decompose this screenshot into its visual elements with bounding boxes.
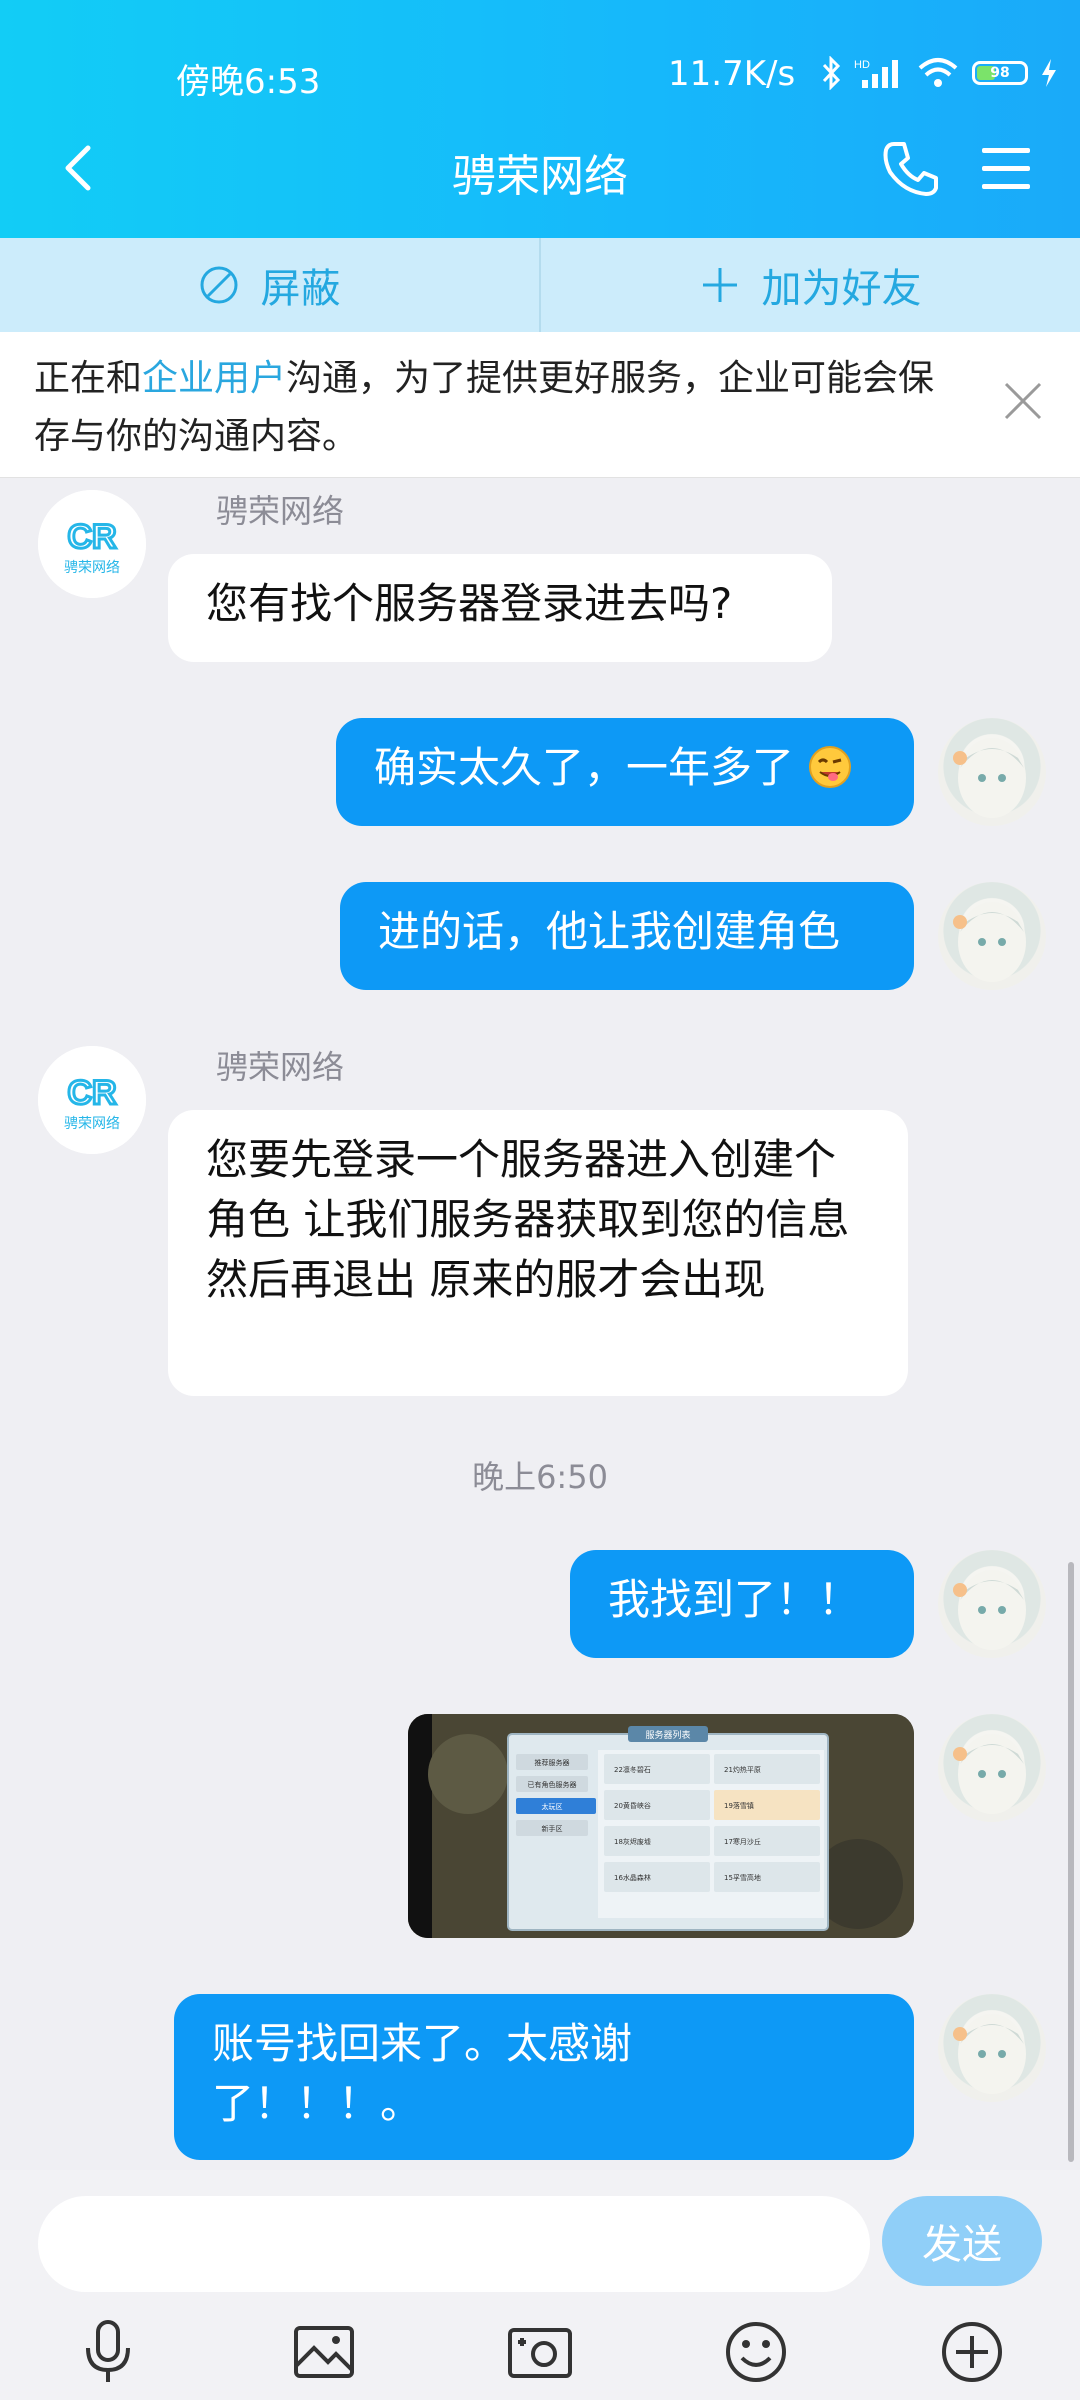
company-logo-icon: CR 骋荣网络 <box>38 1046 146 1154</box>
image-server: 18灰烬废墟 <box>614 1837 651 1846</box>
enterprise-user-link[interactable]: 企业用户 <box>142 358 286 399</box>
menu-icon[interactable] <box>978 140 1034 196</box>
camera-icon[interactable] <box>504 2316 576 2388</box>
emoji-tongue-icon <box>809 746 852 788</box>
block-label: 屏蔽 <box>260 266 341 312</box>
message-bubble-outgoing[interactable]: 我找到了！！ <box>570 1550 914 1658</box>
phone-icon[interactable] <box>878 136 944 202</box>
bluetooth-icon <box>822 56 841 90</box>
anime-avatar-icon <box>953 1734 1026 1814</box>
anime-avatar-icon <box>953 1570 1026 1650</box>
battery-level: 98 <box>990 65 1010 81</box>
game-screenshot-image: 服务器列表 推荐服务器 已有角色服务器 太玩区 新手区 22凛冬碧石 21灼热平… <box>408 1714 914 1938</box>
action-bar: 屏蔽 加为好友 <box>0 238 1080 332</box>
avatar-me[interactable] <box>938 882 1046 990</box>
image-server: 15孚雪高地 <box>724 1873 761 1882</box>
image-server: 19落雪镇 <box>724 1801 754 1810</box>
image-tab: 太玩区 <box>542 1802 563 1811</box>
sender-name: 骋荣网络 <box>216 1048 345 1086</box>
input-bar: 发送 <box>0 2170 1080 2400</box>
enterprise-notice: 正在和企业用户沟通，为了提供更好服务，企业可能会保存与你的沟通内容。 <box>0 332 1080 478</box>
message-text: 确实太久了，一年多了 <box>374 743 795 792</box>
plus-icon <box>702 268 737 302</box>
image-server: 20黄昏峡谷 <box>614 1801 651 1810</box>
avatar-me[interactable] <box>938 1994 1046 2102</box>
image-tab: 新手区 <box>542 1824 563 1833</box>
image-server: 17寒月沙丘 <box>724 1837 761 1846</box>
plus-circle-icon[interactable] <box>936 2316 1008 2388</box>
network-speed: 11.7K/s <box>668 54 796 94</box>
message-timestamp: 晚上6:50 <box>472 1458 608 1496</box>
image-title: 服务器列表 <box>645 1729 690 1741</box>
image-server: 22凛冬碧石 <box>614 1765 651 1774</box>
anime-avatar-icon <box>953 2014 1026 2094</box>
message-bubble-outgoing[interactable]: 进的话，他让我创建角色 <box>340 882 914 990</box>
image-message[interactable]: 服务器列表 推荐服务器 已有角色服务器 太玩区 新手区 22凛冬碧石 21灼热平… <box>408 1714 914 1938</box>
status-bar: 傍晚6:53 11.7K/s HD 98 <box>0 48 1080 102</box>
emoji-icon[interactable] <box>720 2316 792 2388</box>
avatar-me[interactable] <box>938 1550 1046 1658</box>
signal-icon: HD <box>854 59 898 88</box>
status-icons: HD 98 <box>820 56 1058 90</box>
battery-icon: 98 <box>972 61 1028 85</box>
image-server: 21灼热平原 <box>724 1765 761 1774</box>
avatar-company[interactable]: CR 骋荣网络 <box>38 490 146 598</box>
anime-avatar-icon <box>953 738 1026 818</box>
chat-area[interactable]: CR 骋荣网络 骋荣网络 您有找个服务器登录进去吗? 确实太久了，一年多了 进的… <box>0 478 1080 2170</box>
message-bubble-incoming[interactable]: 您要先登录一个服务器进入创建个角色 让我们服务器获取到您的信息 然后再退出 原来… <box>168 1110 908 1396</box>
add-friend-button[interactable]: 加为好友 <box>541 238 1080 332</box>
notice-text-pre: 正在和 <box>34 358 143 399</box>
message-bubble-outgoing[interactable]: 账号找回来了。太感谢了！！！。 <box>174 1994 914 2160</box>
block-button[interactable]: 屏蔽 <box>0 238 539 332</box>
wifi-icon <box>918 58 958 87</box>
chat-scrollbar[interactable] <box>1068 1562 1074 2162</box>
sender-name: 骋荣网络 <box>216 492 345 530</box>
toolbar <box>0 2316 1080 2400</box>
nav-bar: 骋荣网络 <box>0 130 1080 210</box>
microphone-icon[interactable] <box>72 2316 144 2388</box>
avatar-me[interactable] <box>938 1714 1046 1822</box>
close-icon[interactable] <box>1000 378 1046 424</box>
svg-text:HD: HD <box>854 59 870 71</box>
charging-icon <box>1042 59 1056 87</box>
message-bubble-incoming[interactable]: 您有找个服务器登录进去吗? <box>168 554 832 662</box>
svg-text:骋荣网络: 骋荣网络 <box>64 560 120 576</box>
svg-text:CR: CR <box>67 1074 116 1112</box>
image-server: 16水晶森林 <box>614 1873 651 1882</box>
status-time: 傍晚6:53 <box>176 62 321 102</box>
header-bar: 傍晚6:53 11.7K/s HD 98 骋荣网络 <box>0 0 1080 238</box>
image-icon[interactable] <box>288 2316 360 2388</box>
image-tab: 推荐服务器 <box>535 1758 570 1767</box>
avatar-me[interactable] <box>938 718 1046 826</box>
svg-text:CR: CR <box>67 518 116 556</box>
anime-avatar-icon <box>953 902 1026 982</box>
message-input[interactable] <box>38 2196 870 2292</box>
svg-text:骋荣网络: 骋荣网络 <box>64 1116 120 1132</box>
send-button[interactable]: 发送 <box>882 2196 1042 2286</box>
block-icon <box>200 266 237 304</box>
message-bubble-outgoing[interactable]: 确实太久了，一年多了 <box>336 718 914 826</box>
avatar-company[interactable]: CR 骋荣网络 <box>38 1046 146 1154</box>
image-tab: 已有角色服务器 <box>528 1780 577 1789</box>
company-logo-icon: CR 骋荣网络 <box>38 490 146 598</box>
add-friend-label: 加为好友 <box>761 266 922 312</box>
